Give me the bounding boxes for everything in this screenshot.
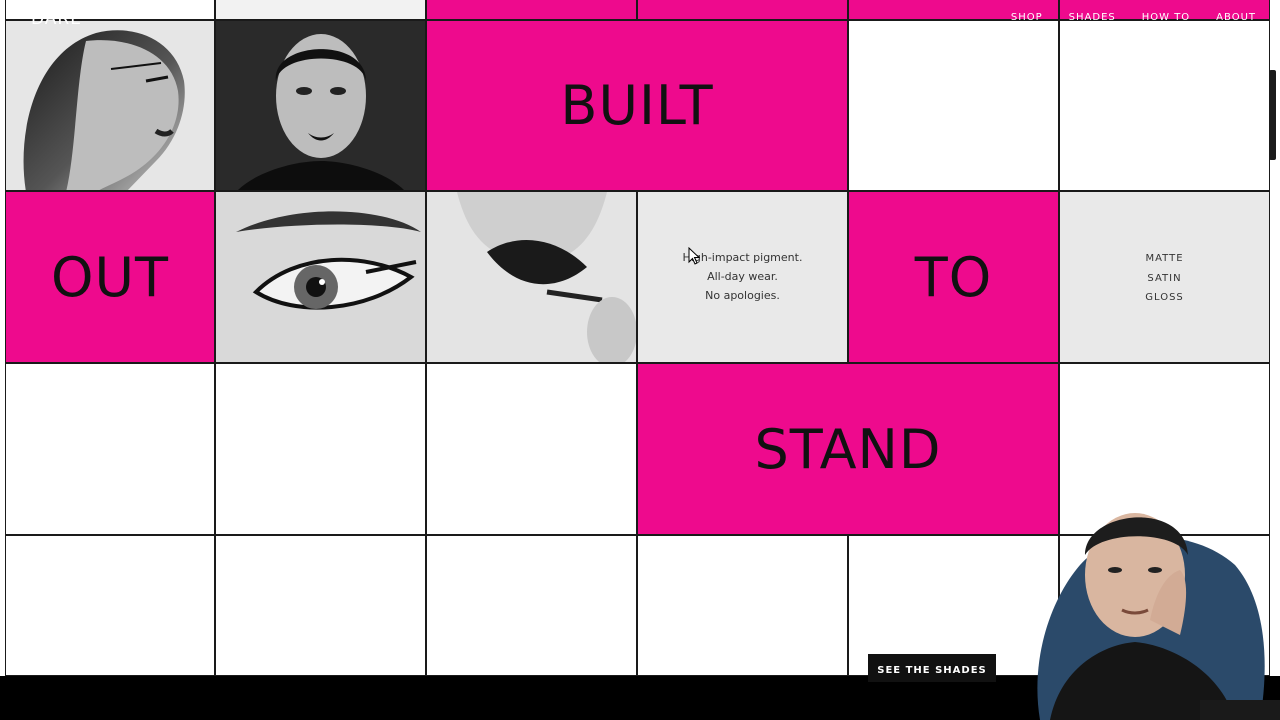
grid-cell-empty <box>848 20 1059 191</box>
grid-cell-empty <box>637 535 848 676</box>
top-nav: SHOP SHADES HOW TO ABOUT <box>1011 12 1256 23</box>
finish-item-satin[interactable]: SATIN <box>1060 269 1269 289</box>
grid-cell-empty <box>215 535 426 676</box>
tagline-panel: High-impact pigment. All-day wear. No ap… <box>637 191 848 363</box>
finish-item-gloss[interactable]: GLOSS <box>1060 288 1269 308</box>
lips-closeup-photo <box>426 191 637 363</box>
grid-cell-empty <box>1059 20 1270 191</box>
grid-cell-empty <box>5 535 215 676</box>
headline-cell-out: OUT <box>5 191 215 363</box>
headline-word-to: TO <box>914 245 993 309</box>
portrait-front-photo <box>215 20 426 191</box>
grid-cell-empty <box>426 363 637 535</box>
presenter-webcam-overlay <box>990 470 1280 720</box>
nav-item-how-to[interactable]: HOW TO <box>1142 12 1190 23</box>
headline-cell-to: TO <box>848 191 1059 363</box>
nav-item-shades[interactable]: SHADES <box>1069 12 1116 23</box>
finish-list: MATTE SATIN GLOSS <box>1060 249 1269 308</box>
finish-item-matte[interactable]: MATTE <box>1060 249 1269 269</box>
nav-item-shop[interactable]: SHOP <box>1011 12 1043 23</box>
grid-cell-photo <box>215 0 426 20</box>
tagline-line-1: High-impact pigment. <box>682 251 803 264</box>
headline-word-built: BUILT <box>560 74 714 137</box>
tagline-copy: High-impact pigment. All-day wear. No ap… <box>638 248 847 305</box>
page: DARE SHOP SHADES HOW TO ABOUT BUILT OUT … <box>0 0 1280 720</box>
portrait-front-image <box>216 21 425 190</box>
headline-cell-built: BUILT <box>426 20 848 191</box>
lips-closeup-image <box>427 192 636 362</box>
portrait-profile-image <box>6 21 214 190</box>
nav-item-about[interactable]: ABOUT <box>1216 12 1256 23</box>
grid-cell-accent <box>637 0 848 20</box>
eye-closeup-photo <box>215 191 426 363</box>
headline-word-out: OUT <box>50 245 169 309</box>
mouse-cursor-icon <box>688 247 700 265</box>
grid-cell-empty <box>426 535 637 676</box>
see-the-shades-button[interactable]: SEE THE SHADES <box>868 654 996 682</box>
finish-panel: MATTE SATIN GLOSS <box>1059 191 1270 363</box>
grid-cell-empty <box>5 363 215 535</box>
portrait-profile-photo <box>5 20 215 191</box>
grid-cell-empty <box>215 363 426 535</box>
grid-cell-accent <box>426 0 637 20</box>
tagline-line-3: No apologies. <box>705 289 780 302</box>
presenter-image <box>1037 513 1280 720</box>
eye-closeup-image <box>216 192 425 362</box>
brand-logo[interactable]: DARE <box>31 9 82 29</box>
page-scrollbar-thumb[interactable] <box>1269 70 1276 160</box>
tagline-line-2: All-day wear. <box>707 270 778 283</box>
